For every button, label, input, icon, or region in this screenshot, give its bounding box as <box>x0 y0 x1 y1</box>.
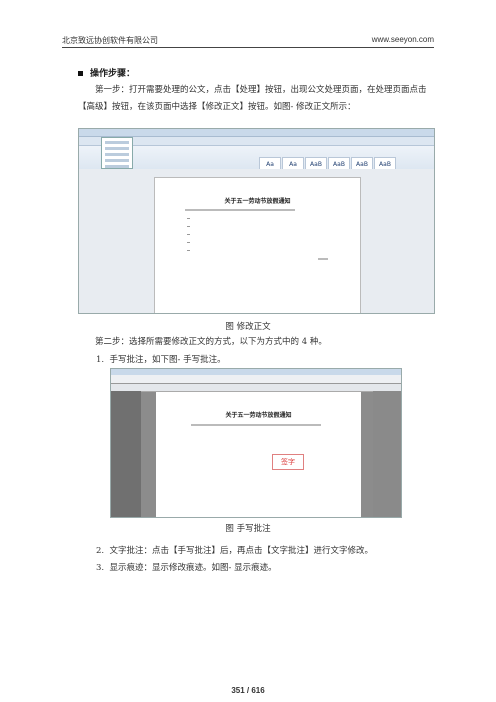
header-company: 北京致远协创软件有限公司 <box>62 36 158 45</box>
advanced-dropdown-menu <box>101 137 133 169</box>
doc-title: 关于五一劳动节放假通知 <box>225 412 292 419</box>
item3-text: 显示痕迹：显示修改痕迹。如图- 显示痕迹。 <box>109 563 277 573</box>
section-heading: 操作步骤： <box>78 66 135 79</box>
handwritten-signature: 签字 <box>272 454 304 470</box>
document-area: 关于五一劳动节放假通知 <box>79 169 434 313</box>
item1-text: 手写批注，如下图- 手写批注。 <box>109 355 226 365</box>
item2-text: 文字批注：点击【手写批注】后，再点击【文字批注】进行文字修改。 <box>109 546 374 556</box>
figure-edit-body-screenshot: Aa Aa AaB AaB AaB AaB 关于五一劳动节放假通知 <box>78 128 435 314</box>
step2-paragraph: 第二步：选择所需要修改正文的方式，以下为方式中的 4 种。 <box>95 337 327 347</box>
figure2-caption: 图 手写批注 <box>225 524 271 534</box>
text-line <box>185 209 295 211</box>
step1-paragraph: 第一步：打开需要处理的公文，点击【处理】按钮，出现公文处理页面，在处理页面点击【… <box>78 85 427 112</box>
text-line <box>191 424 321 426</box>
page-number: 351 / 616 <box>231 686 265 695</box>
doc-title: 关于五一劳动节放假通知 <box>224 198 291 205</box>
item1: 1. 手写批注，如下图- 手写批注。 <box>96 352 436 369</box>
right-panel <box>373 391 401 517</box>
toolbar <box>111 384 401 392</box>
item2: 2. 文字批注：点击【手写批注】后，再点击【文字批注】进行文字修改。 <box>96 543 436 560</box>
text-line <box>318 258 328 260</box>
left-panel <box>111 391 141 517</box>
header-website: www.seeyon.com <box>371 35 434 44</box>
item2-num: 2. <box>96 546 105 556</box>
figure1-caption: 图 修改正文 <box>225 322 271 332</box>
item1-num: 1. <box>96 355 105 365</box>
item3-num: 3. <box>96 563 105 573</box>
document-page: 关于五一劳动节放假通知 <box>154 177 361 313</box>
menu-bar <box>111 375 401 384</box>
window-titlebar <box>79 129 434 137</box>
document-page: 关于五一劳动节放假通知 签字 <box>156 392 361 517</box>
header-divider <box>62 47 434 48</box>
figure-handwriting-screenshot: 关于五一劳动节放假通知 签字 <box>110 368 402 518</box>
item3: 3. 显示痕迹：显示修改痕迹。如图- 显示痕迹。 <box>96 560 436 577</box>
section-title: 操作步骤： <box>90 69 136 79</box>
square-bullet-icon <box>78 71 83 76</box>
